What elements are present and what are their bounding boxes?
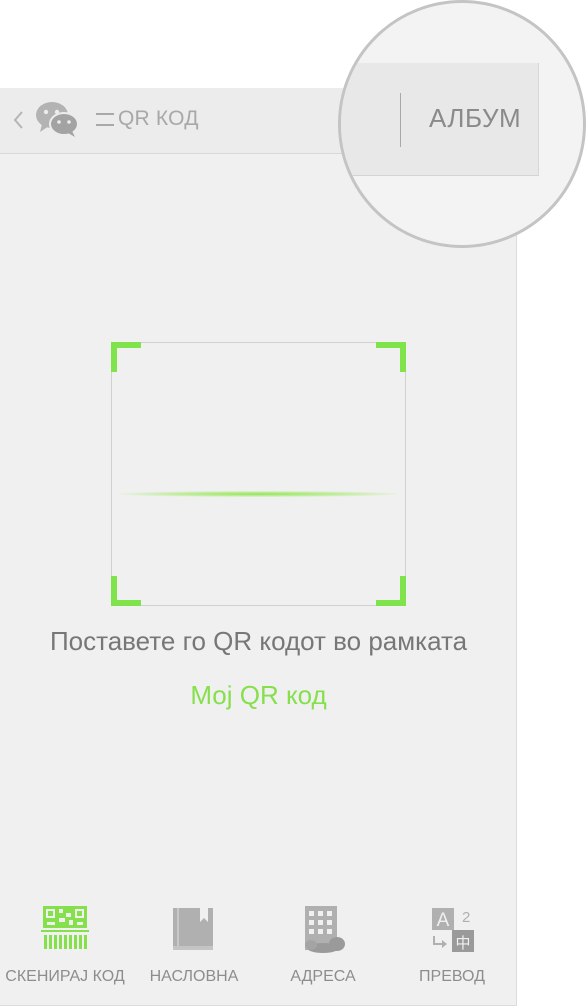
chevron-left-icon[interactable] [10,108,28,132]
qr-scan-icon [41,906,89,949]
wechat-icon [36,102,79,137]
scan-line [120,491,397,497]
svg-text:中: 中 [455,934,470,952]
magnifier-callout: АЛБУМ [338,0,586,248]
magnified-divider [400,93,401,147]
svg-text:A: A [437,910,450,931]
album-button[interactable]: АЛБУМ [429,103,521,134]
nav-label-home: НАСЛОВНА [149,968,239,985]
nav-label-scan-code: СКЕНИРАЈ КОД [5,968,125,985]
page-title: QR КОД [118,107,199,130]
book-icon [173,908,213,950]
frame-corner-bottom-left [111,576,141,606]
nav-item-translate[interactable]: A 2 中 ПРЕВОД [387,896,517,1006]
scan-hint-text: Поставете го QR кодот во рамката [49,626,468,656]
frame-corner-top-left [111,342,141,372]
nav-item-home[interactable]: НАСЛОВНА [129,896,259,1006]
nav-label-address: АДРЕСА [290,968,356,985]
translate-icon: A 2 中 [432,908,474,952]
frame-corner-bottom-right [376,576,406,606]
scan-frame [111,342,406,606]
nav-item-address[interactable]: АДРЕСА [258,896,388,1006]
my-qr-code-link[interactable]: Мој QR код [0,680,517,711]
menu-lines-icon[interactable] [94,110,116,128]
frame-corner-top-right [376,342,406,372]
nav-label-translate: ПРЕВОД [419,968,485,985]
bottom-nav: СКЕНИРАЈ КОД НАСЛОВНА АДРЕСА A 2 中 ПРЕВО… [0,896,517,1006]
header-title-group: QR КОД [94,106,199,132]
svg-text:2: 2 [462,909,470,926]
nav-item-scan-code[interactable]: СКЕНИРАЈ КОД [0,896,130,1006]
building-icon [305,906,345,953]
